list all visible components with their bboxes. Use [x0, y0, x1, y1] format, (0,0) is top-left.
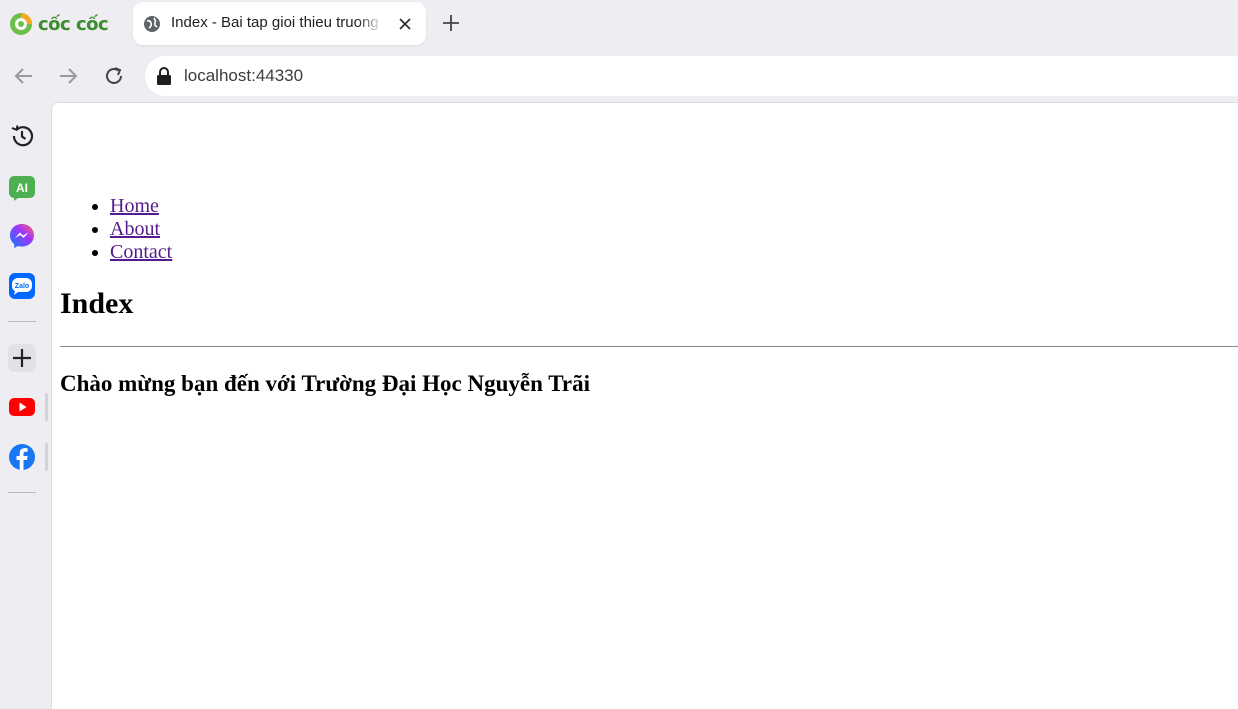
nav-link-contact[interactable]: Contact	[110, 241, 172, 263]
youtube-icon[interactable]	[8, 393, 36, 421]
close-icon[interactable]	[395, 14, 415, 34]
coccoc-logo-icon	[10, 13, 32, 35]
browser-toolbar: localhost:44330	[0, 52, 1238, 100]
brand-name: cốc cốc	[38, 13, 109, 35]
back-arrow-icon[interactable]	[12, 64, 36, 88]
welcome-heading: Chào mừng bạn đến với Trường Đại Học Ngu…	[60, 371, 590, 396]
browser-brand[interactable]: cốc cốc	[8, 10, 109, 38]
nav-link-about[interactable]: About	[110, 218, 160, 240]
nav-item: Contact	[110, 241, 172, 264]
globe-icon	[144, 16, 160, 32]
site-nav: Home About Contact	[110, 195, 172, 264]
page-title: Index	[60, 287, 134, 320]
sidebar-item-indicator	[45, 393, 48, 421]
horizontal-rule	[60, 346, 1238, 347]
zalo-icon: Zalo	[9, 273, 35, 299]
nav-item: Home	[110, 195, 172, 218]
page-viewport: Home About Contact Index Chào mừng bạn đ…	[51, 102, 1238, 709]
ai-assistant-button[interactable]: AI	[8, 174, 36, 202]
browser-tab-active[interactable]: Index - Bai tap gioi thieu truong	[133, 2, 426, 45]
new-tab-plus-icon[interactable]	[440, 12, 462, 34]
reload-icon[interactable]	[102, 64, 126, 88]
browser-sidebar: AI Zalo	[0, 100, 50, 708]
tab-title: Index - Bai tap gioi thieu truong	[171, 14, 379, 31]
sidebar-item-indicator	[45, 443, 48, 471]
zalo-button[interactable]: Zalo	[8, 272, 36, 300]
forward-arrow-icon[interactable]	[56, 64, 80, 88]
sidebar-divider	[8, 321, 36, 322]
nav-item: About	[110, 218, 172, 241]
messenger-icon[interactable]	[8, 222, 36, 250]
sidebar-divider	[8, 492, 36, 493]
address-bar[interactable]: localhost:44330	[145, 56, 1238, 96]
history-icon[interactable]	[8, 122, 36, 150]
lock-icon[interactable]	[155, 66, 173, 86]
nav-link-home[interactable]: Home	[110, 195, 159, 217]
facebook-icon[interactable]	[8, 443, 36, 471]
url-text[interactable]: localhost:44330	[184, 66, 303, 86]
add-icon[interactable]	[8, 344, 36, 372]
tab-bar: cốc cốc Index - Bai tap gioi thieu truon…	[0, 0, 1238, 52]
zalo-label: Zalo	[15, 283, 29, 290]
ai-icon: AI	[9, 176, 35, 201]
ai-label: AI	[16, 181, 28, 195]
